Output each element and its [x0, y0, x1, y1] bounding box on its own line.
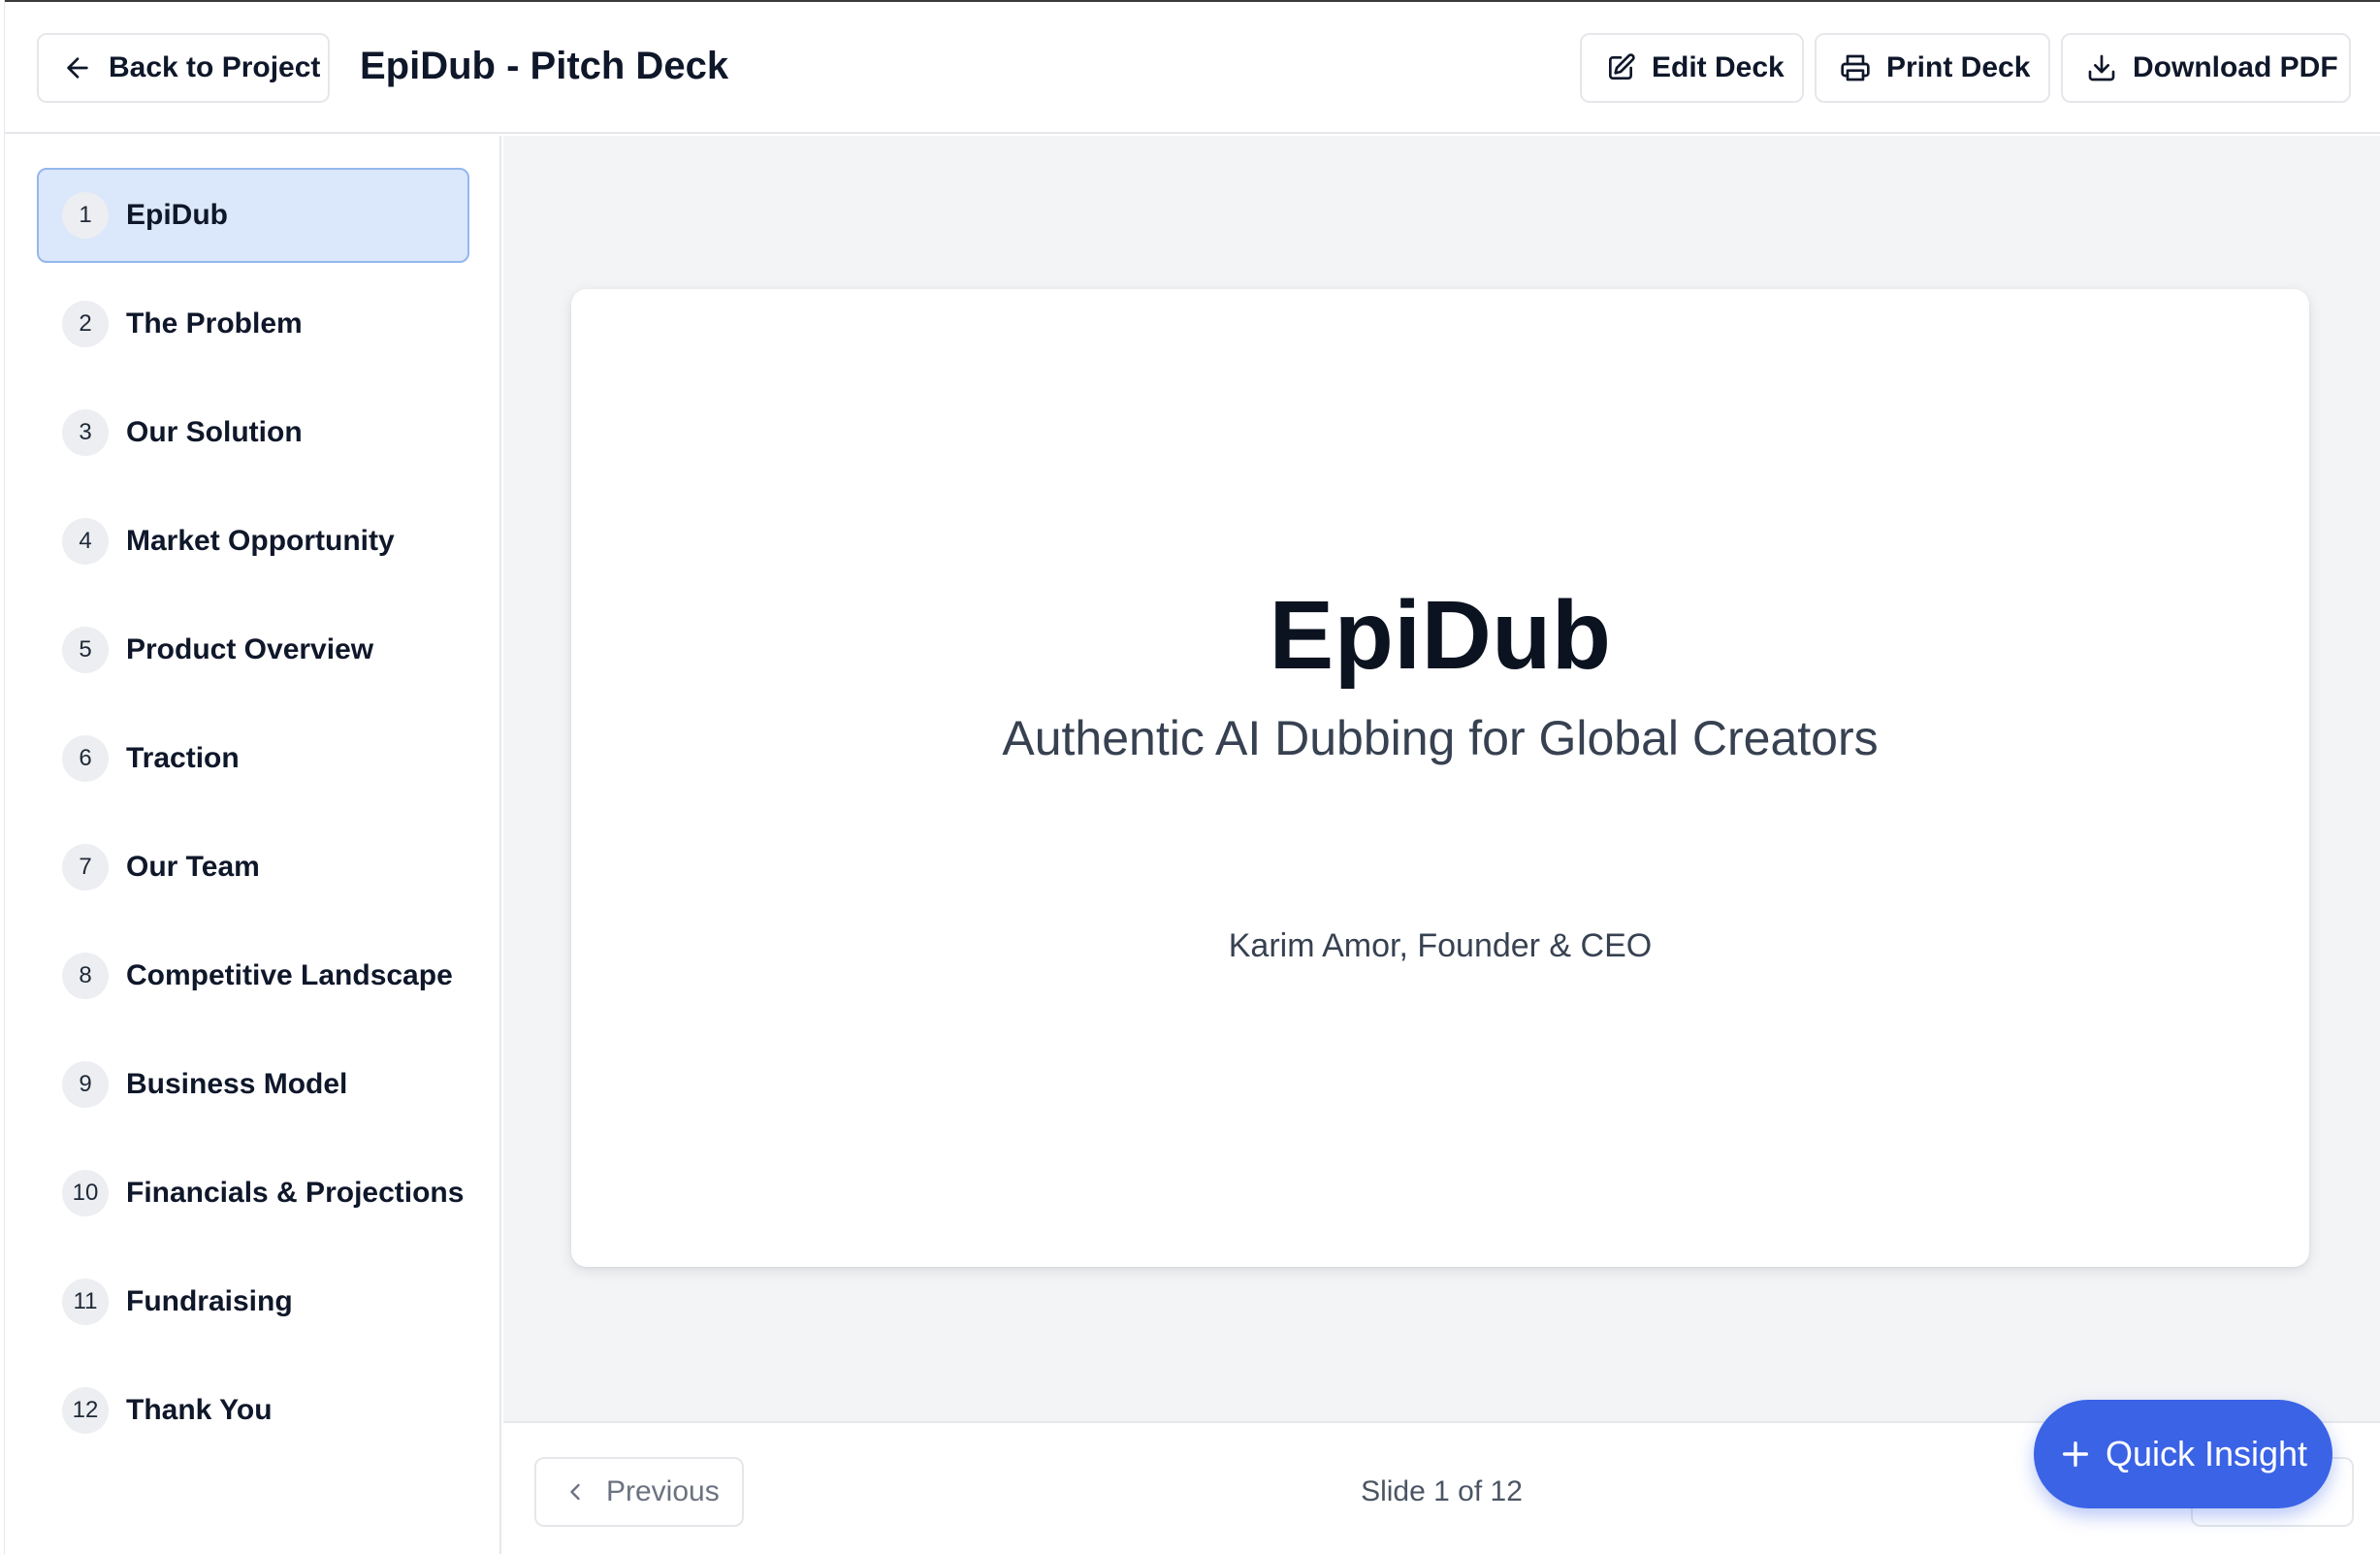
slide-number-badge: 8	[62, 953, 109, 999]
slide-number-badge: 11	[62, 1279, 109, 1325]
slide-number-badge: 10	[62, 1170, 109, 1216]
slide-item-label: Competitive Landscape	[126, 959, 453, 991]
download-pdf-label: Download PDF	[2133, 51, 2338, 83]
slide-subtitle: Authentic AI Dubbing for Global Creators	[1002, 711, 1879, 765]
slide-item-label: EpiDub	[126, 199, 228, 231]
printer-icon	[1841, 54, 1870, 81]
download-pdf-button[interactable]: Download PDF	[2061, 33, 2351, 103]
edit-deck-button[interactable]: Edit Deck	[1580, 33, 1804, 103]
slide-item-8[interactable]: 8 Competitive Landscape	[37, 928, 469, 1023]
slide-item-2[interactable]: 2 The Problem	[37, 276, 469, 372]
slide-number-badge: 7	[62, 844, 109, 890]
slide-number-badge: 5	[62, 627, 109, 673]
slide-item-label: Thank You	[126, 1394, 273, 1426]
slide-item-1[interactable]: 1 EpiDub	[37, 168, 469, 263]
slide-title: EpiDub	[1269, 581, 1612, 690]
slide-number-badge: 4	[62, 518, 109, 565]
top-bar: Back to Project EpiDub - Pitch Deck Edit…	[5, 2, 2380, 134]
arrow-left-icon	[67, 57, 88, 79]
download-icon	[2088, 54, 2115, 81]
slide-item-4[interactable]: 4 Market Opportunity	[37, 494, 469, 589]
slide-list-sidebar: 1 EpiDub 2 The Problem 3 Our Solution 4 …	[5, 136, 501, 1554]
quick-insight-button[interactable]: Quick Insight	[2034, 1400, 2332, 1508]
slide-item-label: Financials & Projections	[126, 1177, 465, 1209]
slide-item-label: The Problem	[126, 308, 303, 340]
slide-number-badge: 2	[62, 301, 109, 347]
slide-author: Karim Amor, Founder & CEO	[1228, 927, 1653, 964]
slide-viewer: EpiDub Authentic AI Dubbing for Global C…	[503, 136, 2380, 1421]
slide-item-12[interactable]: 12 Thank You	[37, 1363, 469, 1458]
slide-item-label: Business Model	[126, 1068, 348, 1100]
pencil-square-icon	[1609, 53, 1635, 80]
slide-item-11[interactable]: 11 Fundraising	[37, 1254, 469, 1349]
slide-item-10[interactable]: 10 Financials & Projections	[37, 1146, 469, 1241]
slide-number-badge: 12	[62, 1387, 109, 1434]
slide-item-5[interactable]: 5 Product Overview	[37, 602, 469, 697]
slide-number-badge: 6	[62, 735, 109, 782]
slide-item-9[interactable]: 9 Business Model	[37, 1037, 469, 1132]
plus-icon	[2062, 1441, 2088, 1468]
back-to-project-button[interactable]: Back to Project	[37, 33, 330, 103]
slide-item-3[interactable]: 3 Our Solution	[37, 385, 469, 480]
slide-item-label: Fundraising	[126, 1285, 293, 1317]
slide-item-label: Traction	[126, 742, 240, 774]
slide-item-6[interactable]: 6 Traction	[37, 711, 469, 806]
slide-item-label: Our Solution	[126, 416, 303, 448]
slide-canvas: EpiDub Authentic AI Dubbing for Global C…	[571, 289, 2309, 1267]
slide-number-badge: 1	[62, 192, 109, 239]
slide-number-badge: 3	[62, 409, 109, 456]
slide-item-label: Market Opportunity	[126, 525, 395, 557]
print-deck-label: Print Deck	[1886, 51, 2031, 83]
quick-insight-label: Quick Insight	[2105, 1434, 2308, 1473]
slide-item-7[interactable]: 7 Our Team	[37, 820, 469, 915]
slide-number-badge: 9	[62, 1061, 109, 1108]
edit-deck-label: Edit Deck	[1652, 51, 1785, 83]
page-title: EpiDub - Pitch Deck	[360, 45, 729, 87]
print-deck-button[interactable]: Print Deck	[1815, 33, 2050, 103]
slide-item-label: Product Overview	[126, 633, 374, 665]
slide-item-label: Our Team	[126, 851, 260, 883]
back-to-project-label: Back to Project	[109, 51, 321, 83]
